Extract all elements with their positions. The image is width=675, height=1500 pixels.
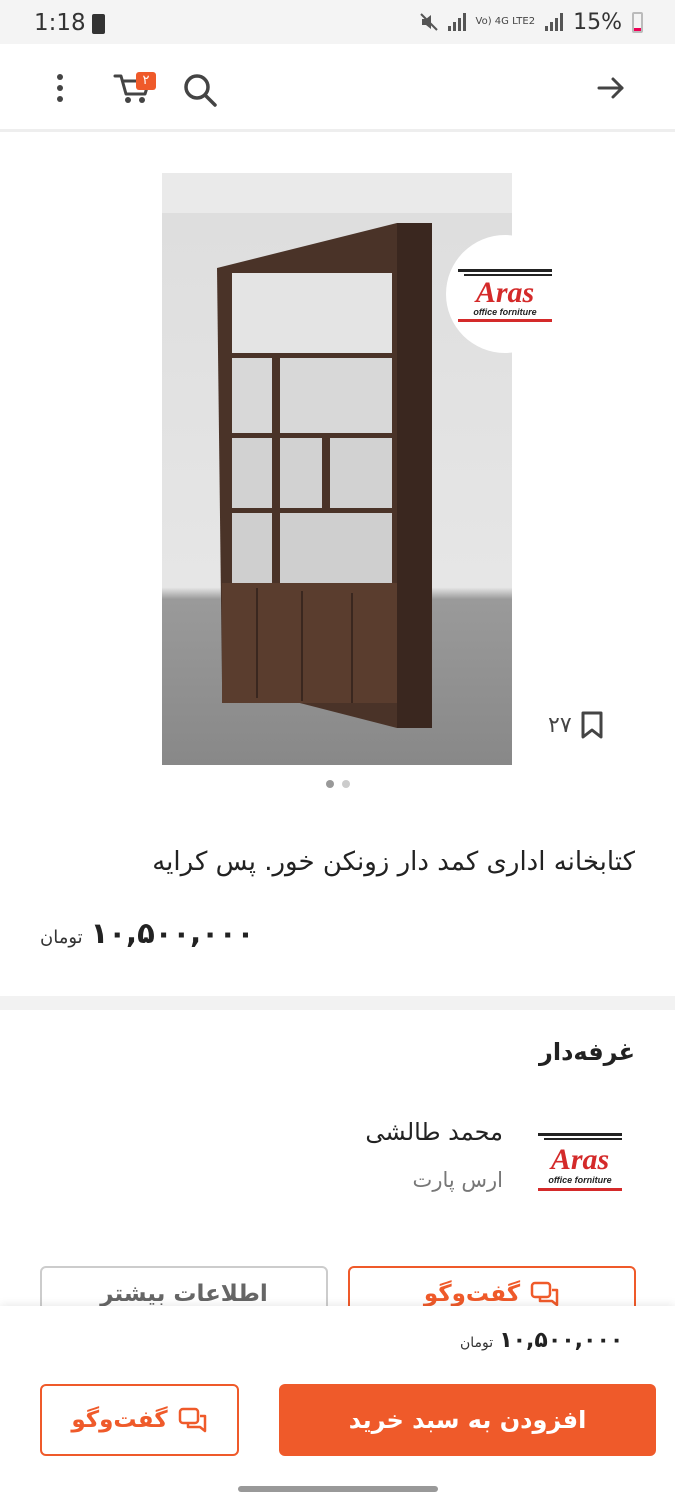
chat-label: گفت‌وگو [71, 1407, 168, 1433]
signal-icon-2 [545, 13, 564, 31]
battery-percent: 15% [573, 9, 622, 35]
alert-icon [92, 14, 105, 34]
aras-logo-icon: Aras office forniture [538, 1133, 622, 1191]
product-title: کتابخانه اداری کمد دار زونکن خور. پس کرا… [152, 847, 635, 877]
add-to-cart-button[interactable]: افزودن به سبد خرید [279, 1384, 656, 1456]
bottom-action-bar: تومان ۱۰,۵۰۰,۰۰۰ افزودن به سبد خرید گفت‌… [0, 1306, 675, 1500]
save-count: ۲۷ [548, 712, 572, 738]
search-icon [184, 74, 217, 107]
status-bar: 1:18 Vo) 4G LTE2 15% [0, 0, 675, 44]
pagination-dot[interactable] [341, 780, 350, 788]
bottom-currency-label: تومان [460, 1335, 494, 1351]
chat-icon [178, 1407, 206, 1433]
chat-button[interactable]: گفت‌وگو [40, 1384, 239, 1456]
add-to-cart-label: افزودن به سبد خرید [348, 1406, 587, 1434]
seller-name[interactable]: محمد طالشی [365, 1118, 503, 1146]
network-label: Vo) 4G LTE2 [475, 16, 536, 27]
cart-button[interactable]: ۲ [108, 66, 158, 110]
app-bar: ۲ [0, 44, 675, 132]
arrow-right-icon [597, 77, 624, 99]
mute-icon [419, 13, 438, 31]
more-options-icon[interactable] [40, 68, 80, 108]
back-button[interactable] [591, 68, 631, 108]
product-price: ۱۰,۵۰۰,۰۰۰ [90, 916, 255, 950]
bottom-price-row: تومان ۱۰,۵۰۰,۰۰۰ [460, 1328, 623, 1353]
more-info-label: اطلاعات بیشتر [100, 1281, 268, 1307]
save-button[interactable]: ۲۷ [548, 710, 604, 740]
gallery-pagination [0, 780, 675, 788]
seller-logo-text: Aras [549, 1143, 609, 1176]
search-button[interactable] [178, 68, 222, 112]
home-indicator[interactable] [238, 1486, 438, 1492]
battery-icon [632, 11, 643, 33]
bookmark-icon [581, 711, 603, 739]
seller-avatar[interactable]: Aras office forniture [530, 1122, 630, 1202]
currency-label: تومان [40, 927, 83, 948]
status-time: 1:18 [34, 10, 86, 36]
section-divider [0, 996, 675, 1010]
product-price-row: تومان ۱۰,۵۰۰,۰۰۰ [40, 916, 254, 950]
aras-logo-icon: Aras office forniture [458, 269, 552, 322]
pagination-dot-active[interactable] [325, 780, 334, 788]
seller-logo-subtext: office forniture [548, 1175, 611, 1185]
product-gallery[interactable]: Aras office forniture ۲۷ [0, 135, 675, 800]
seller-section-title: غرفه‌دار [539, 1038, 635, 1066]
logo-text: Aras [474, 276, 534, 309]
bottom-price: ۱۰,۵۰۰,۰۰۰ [499, 1328, 624, 1353]
status-indicators: Vo) 4G LTE2 15% [419, 8, 643, 36]
seller-shop-name[interactable]: ارس پارت [413, 1168, 503, 1192]
chat-icon [530, 1281, 559, 1307]
brand-logo-badge: Aras office forniture [446, 235, 564, 353]
seller-chat-label: گفت‌وگو [423, 1281, 521, 1307]
signal-icon [447, 13, 466, 31]
logo-subtext: office forniture [473, 307, 536, 317]
cart-count-badge: ۲ [136, 72, 156, 90]
